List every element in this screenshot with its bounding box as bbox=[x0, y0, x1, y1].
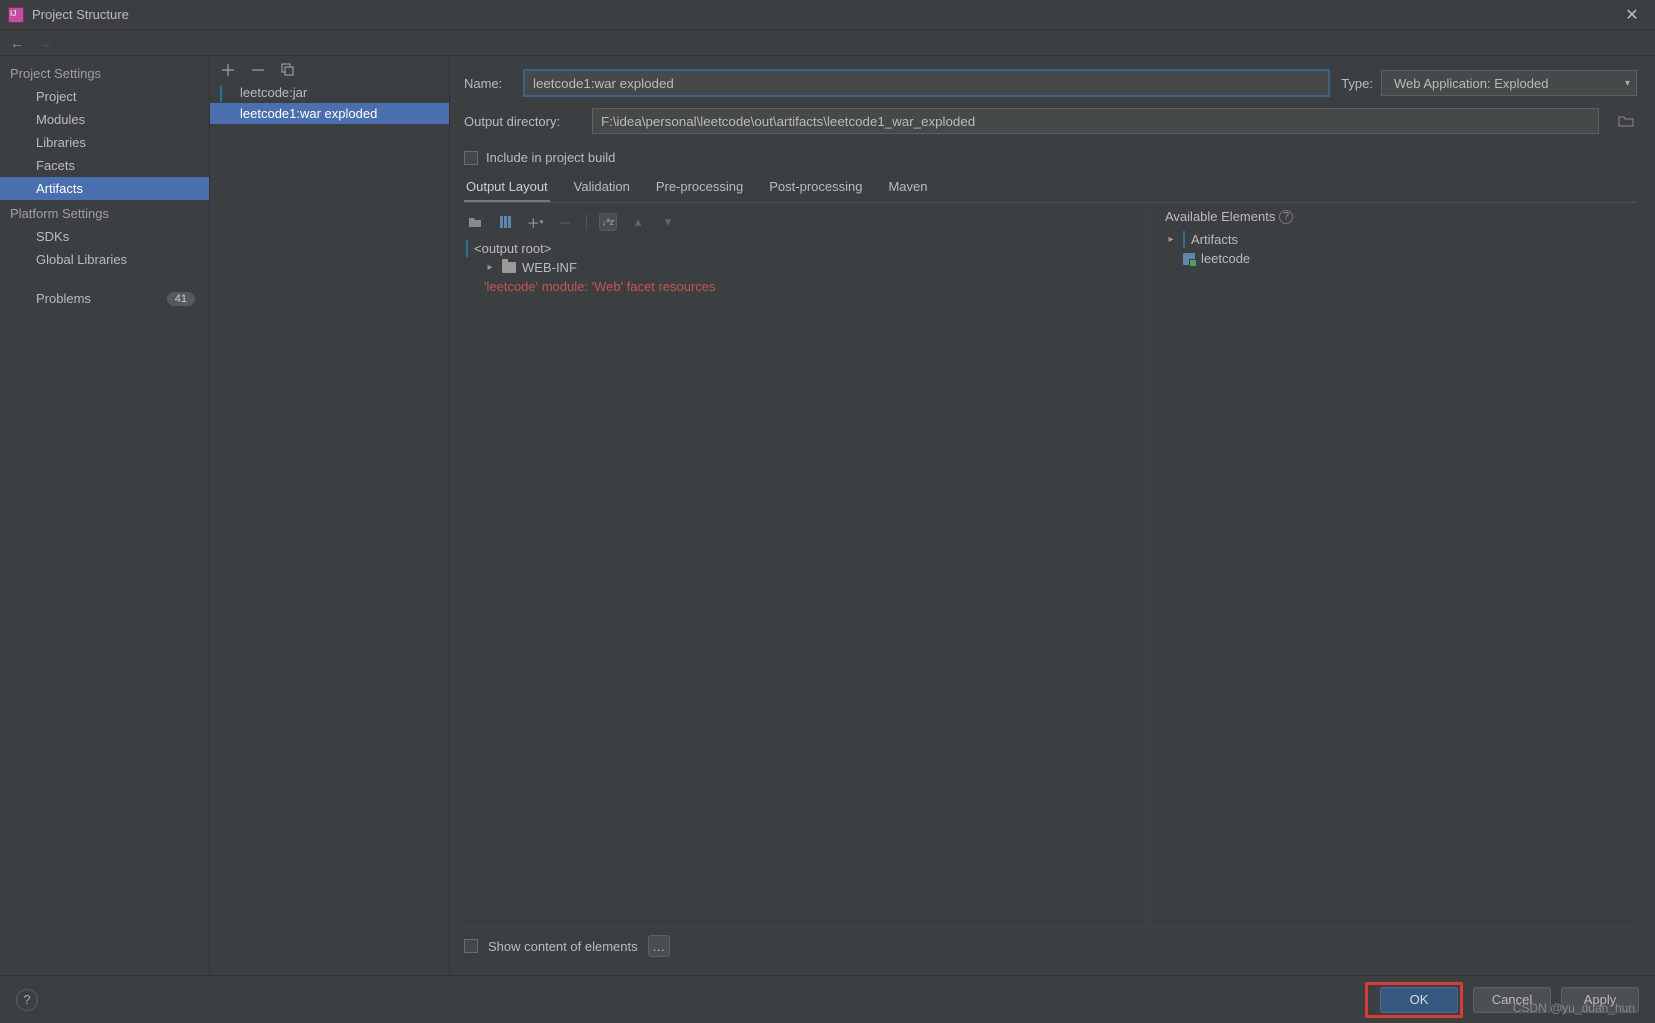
svg-text:+: + bbox=[481, 216, 482, 223]
ok-highlight: OK bbox=[1365, 982, 1463, 1018]
ok-button[interactable]: OK bbox=[1380, 987, 1458, 1013]
tabs: Output Layout Validation Pre-processing … bbox=[464, 173, 1637, 203]
help-icon[interactable]: ? bbox=[1279, 210, 1293, 224]
artifact-icon bbox=[220, 86, 234, 100]
sidebar-item-facets[interactable]: Facets bbox=[0, 154, 209, 177]
browse-icon[interactable] bbox=[1615, 110, 1637, 132]
folder-icon bbox=[502, 262, 516, 273]
include-build-checkbox[interactable] bbox=[464, 151, 478, 165]
include-build-row[interactable]: Include in project build bbox=[464, 150, 1637, 165]
artifact-toolbar: ＋ － bbox=[210, 56, 449, 82]
remove-item-icon: － bbox=[556, 213, 574, 231]
show-content-checkbox[interactable] bbox=[464, 939, 478, 953]
chevron-right-icon[interactable]: ▸ bbox=[1165, 234, 1177, 245]
ae-module[interactable]: leetcode bbox=[1165, 249, 1637, 268]
tree-root[interactable]: <output root> bbox=[466, 239, 1144, 258]
add-icon[interactable]: ＋ bbox=[220, 57, 236, 81]
tree-root-label: <output root> bbox=[474, 241, 551, 256]
chevron-down-icon: ▾ bbox=[1625, 78, 1630, 89]
name-input[interactable] bbox=[524, 70, 1329, 96]
include-build-label: Include in project build bbox=[486, 150, 615, 165]
add-copy-icon[interactable]: ＋▾ bbox=[526, 213, 544, 231]
name-label: Name: bbox=[464, 76, 512, 91]
output-dir-input[interactable] bbox=[592, 108, 1599, 134]
forward-arrow-icon: → bbox=[38, 35, 52, 51]
sidebar-item-libraries[interactable]: Libraries bbox=[0, 131, 209, 154]
artifact-row[interactable]: leetcode1:war exploded bbox=[210, 103, 449, 124]
ae-artifacts-label: Artifacts bbox=[1191, 232, 1238, 247]
close-icon[interactable]: ✕ bbox=[1617, 5, 1647, 25]
type-label: Type: bbox=[1341, 76, 1373, 91]
artifact-label: leetcode:jar bbox=[240, 85, 307, 100]
sidebar: Project Settings Project Modules Librari… bbox=[0, 56, 210, 975]
output-dir-label: Output directory: bbox=[464, 114, 580, 129]
tree-node[interactable]: ▸ WEB-INF bbox=[466, 258, 1144, 277]
sidebar-item-artifacts[interactable]: Artifacts bbox=[0, 177, 209, 200]
ae-artifacts[interactable]: ▸ Artifacts bbox=[1165, 230, 1637, 249]
dialog-footer: ? OK Cancel Apply bbox=[0, 975, 1655, 1023]
nav-bar: ← → bbox=[0, 30, 1655, 56]
output-layout-left: + ＋▾ － ↓ªz ▴ ▾ <output root> ▸ bbox=[464, 209, 1147, 926]
available-elements-header: Available Elements bbox=[1165, 209, 1275, 224]
sidebar-item-sdks[interactable]: SDKs bbox=[0, 225, 209, 248]
separator bbox=[586, 214, 587, 230]
sidebar-item-problems[interactable]: Problems 41 bbox=[0, 285, 209, 312]
tab-maven[interactable]: Maven bbox=[886, 173, 929, 202]
sidebar-heading-project: Project Settings bbox=[0, 60, 209, 85]
artifact-icon bbox=[466, 241, 468, 256]
window-title: Project Structure bbox=[32, 7, 1617, 22]
sidebar-item-global-libraries[interactable]: Global Libraries bbox=[0, 248, 209, 271]
type-dropdown[interactable]: Web Application: Exploded ▾ bbox=[1381, 70, 1637, 96]
sort-icon[interactable]: ↓ªz bbox=[599, 213, 617, 231]
available-elements: Available Elements ? ▸ Artifacts leetcod… bbox=[1157, 209, 1637, 926]
titlebar: Project Structure ✕ bbox=[0, 0, 1655, 30]
tab-output-layout[interactable]: Output Layout bbox=[464, 173, 550, 202]
module-icon bbox=[1183, 253, 1195, 265]
back-arrow-icon[interactable]: ← bbox=[10, 35, 24, 51]
artifact-editor: Name: Type: Web Application: Exploded ▾ … bbox=[450, 56, 1655, 975]
problems-label: Problems bbox=[36, 291, 91, 306]
move-down-icon: ▾ bbox=[659, 213, 677, 231]
new-directory-icon[interactable] bbox=[496, 213, 514, 231]
remove-icon[interactable]: － bbox=[250, 57, 266, 81]
app-icon bbox=[8, 7, 24, 23]
tab-postprocessing[interactable]: Post-processing bbox=[767, 173, 864, 202]
output-layout-toolbar: + ＋▾ － ↓ªz ▴ ▾ bbox=[464, 209, 1146, 235]
artifact-icon bbox=[1183, 232, 1185, 247]
new-folder-icon[interactable]: + bbox=[466, 213, 484, 231]
artifact-icon bbox=[220, 107, 234, 121]
type-value: Web Application: Exploded bbox=[1394, 76, 1548, 91]
tab-validation[interactable]: Validation bbox=[572, 173, 632, 202]
artifact-row[interactable]: leetcode:jar bbox=[210, 82, 449, 103]
help-button[interactable]: ? bbox=[16, 989, 38, 1011]
tab-preprocessing[interactable]: Pre-processing bbox=[654, 173, 745, 202]
chevron-right-icon[interactable]: ▸ bbox=[484, 262, 496, 273]
show-content-options-button[interactable]: … bbox=[648, 935, 670, 957]
problems-badge: 41 bbox=[167, 292, 195, 306]
output-tree[interactable]: <output root> ▸ WEB-INF 'leetcode' modul… bbox=[464, 235, 1146, 298]
sidebar-item-modules[interactable]: Modules bbox=[0, 108, 209, 131]
show-content-label: Show content of elements bbox=[488, 939, 638, 954]
tree-warning[interactable]: 'leetcode' module: 'Web' facet resources bbox=[466, 279, 1144, 294]
move-up-icon: ▴ bbox=[629, 213, 647, 231]
artifact-label: leetcode1:war exploded bbox=[240, 106, 377, 121]
artifact-list-panel: ＋ － leetcode:jar leetcode1:war exploded bbox=[210, 56, 450, 975]
watermark: CSDN @yu_duan_hun bbox=[1513, 1001, 1635, 1015]
sidebar-heading-platform: Platform Settings bbox=[0, 200, 209, 225]
sidebar-item-project[interactable]: Project bbox=[0, 85, 209, 108]
tree-node-label: WEB-INF bbox=[522, 260, 577, 275]
copy-icon[interactable] bbox=[280, 62, 294, 76]
ae-module-label: leetcode bbox=[1201, 251, 1250, 266]
